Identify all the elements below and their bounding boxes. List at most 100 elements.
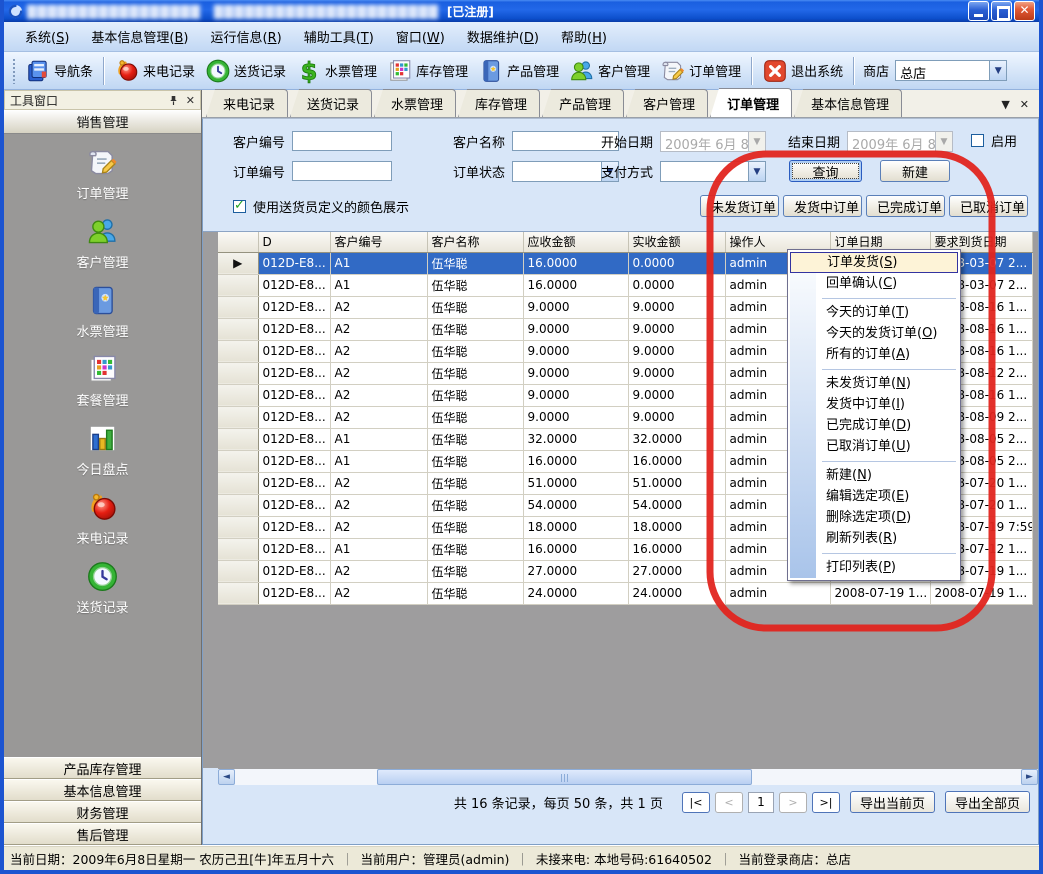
row-selector[interactable] [218, 472, 258, 494]
pay-method-combobox[interactable]: ▼ [660, 161, 766, 182]
last-page-button[interactable]: >| [812, 792, 840, 813]
table-row[interactable]: 012D-E8...A2伍华聪24.000024.0000admin2008-0… [218, 582, 1032, 604]
query-button[interactable]: 查询 [789, 160, 862, 182]
toolbar-button-nav-bar[interactable]: 导航条 [20, 55, 98, 87]
tool-window-close-icon[interactable]: ✕ [186, 94, 195, 107]
context-menu-item-all-orders[interactable]: 所有的订单(A) [788, 344, 960, 365]
tab-1[interactable]: 送货记录 [290, 89, 372, 117]
status-filter-button-0[interactable]: 未发货订单 [700, 195, 779, 217]
context-menu-item-new[interactable]: 新建(N) [788, 465, 960, 486]
close-button[interactable] [1014, 1, 1035, 21]
toolbar-button-delivery-records[interactable]: 送货记录 [200, 55, 291, 87]
maximize-button[interactable] [991, 1, 1012, 21]
row-selector[interactable] [218, 538, 258, 560]
status-filter-button-1[interactable]: 发货中订单 [783, 195, 862, 217]
column-header-5[interactable]: 实收金额 [628, 232, 725, 252]
toolbar-button-call-records[interactable]: 来电记录 [109, 55, 200, 87]
sidebar-item-today-stocktake[interactable]: 今日盘点 [4, 422, 201, 478]
context-menu-item-edit-selected[interactable]: 编辑选定项(E) [788, 486, 960, 507]
sidebar-item-delivery-records[interactable]: 送货记录 [4, 560, 201, 616]
sidebar-group-1[interactable]: 基本信息管理 [4, 779, 201, 801]
sidebar-item-orders[interactable]: 订单管理 [4, 146, 201, 202]
context-menu-item-shipping-orders[interactable]: 发货中订单(I) [788, 394, 960, 415]
context-menu-item-completed-orders[interactable]: 已完成订单(D) [788, 415, 960, 436]
new-button[interactable]: 新建 [880, 160, 950, 182]
context-menu-item-confirm-receipt[interactable]: 回单确认(C) [788, 273, 960, 294]
row-selector[interactable] [218, 516, 258, 538]
scroll-right-icon[interactable]: ► [1021, 769, 1038, 785]
row-selector[interactable]: ▶ [218, 252, 258, 274]
menu-item-5[interactable]: 数据维护(D) [456, 23, 550, 50]
status-filter-button-2[interactable]: 已完成订单 [866, 195, 945, 217]
pin-icon[interactable] [169, 95, 178, 106]
tab-close-icon[interactable]: ✕ [1020, 98, 1029, 111]
sidebar-item-call-records[interactable]: 来电记录 [4, 491, 201, 547]
context-menu-item-refresh-list[interactable]: 刷新列表(R) [788, 528, 960, 549]
sidebar-item-packages[interactable]: 套餐管理 [4, 353, 201, 409]
tab-7[interactable]: 基本信息管理 [794, 89, 902, 117]
row-selector[interactable] [218, 494, 258, 516]
tab-list-dropdown-icon[interactable]: ▼ [1001, 98, 1009, 111]
first-page-button[interactable]: |< [682, 792, 710, 813]
sidebar-item-water-tickets[interactable]: 水票管理 [4, 284, 201, 340]
end-date-picker[interactable]: 2009年 6月 8日 ▼ [847, 131, 953, 152]
sidebar-group-0[interactable]: 产品库存管理 [4, 757, 201, 779]
chevron-down-icon[interactable]: ▼ [989, 61, 1006, 80]
row-selector[interactable] [218, 560, 258, 582]
customer-no-input[interactable] [292, 131, 392, 151]
context-menu-item-cancelled-orders[interactable]: 已取消订单(U) [788, 436, 960, 457]
context-menu-item-ship-order[interactable]: 订单发货(S) [790, 252, 958, 273]
shop-combobox[interactable]: 总店 ▼ [895, 60, 1007, 81]
row-selector[interactable] [218, 406, 258, 428]
tab-0[interactable]: 来电记录 [206, 89, 288, 117]
horizontal-scrollbar[interactable]: ◄ ► [218, 768, 1038, 785]
color-display-checkbox[interactable] [233, 200, 246, 213]
toolbar-button-products[interactable]: 产品管理 [473, 55, 564, 87]
column-header-0[interactable] [218, 232, 258, 252]
row-selector[interactable] [218, 384, 258, 406]
row-selector[interactable] [218, 428, 258, 450]
row-selector[interactable] [218, 582, 258, 604]
chevron-down-icon[interactable]: ▼ [748, 162, 765, 181]
tab-3[interactable]: 库存管理 [458, 89, 540, 117]
sidebar-group-2[interactable]: 财务管理 [4, 801, 201, 823]
tab-5[interactable]: 客户管理 [626, 89, 708, 117]
sidebar-group-header[interactable]: 销售管理 [4, 110, 201, 134]
context-menu-item-delete-selected[interactable]: 删除选定项(D) [788, 507, 960, 528]
row-selector[interactable] [218, 274, 258, 296]
sidebar-group-3[interactable]: 售后管理 [4, 823, 201, 845]
toolbar-button-water-tickets[interactable]: $水票管理 [291, 55, 382, 87]
export-current-page-button[interactable]: 导出当前页 [850, 791, 935, 813]
start-date-picker[interactable]: 2009年 6月 8日 ▼ [660, 131, 766, 152]
minimize-button[interactable] [968, 1, 989, 21]
scrollbar-thumb[interactable] [377, 769, 752, 785]
sidebar-item-customers[interactable]: 客户管理 [4, 215, 201, 271]
row-selector[interactable] [218, 296, 258, 318]
row-selector[interactable] [218, 362, 258, 384]
column-header-3[interactable]: 客户名称 [427, 232, 523, 252]
prev-page-button[interactable]: < [715, 792, 743, 813]
toolbar-button-inventory[interactable]: 库存管理 [382, 55, 473, 87]
row-selector[interactable] [218, 450, 258, 472]
tab-4[interactable]: 产品管理 [542, 89, 624, 117]
tab-2[interactable]: 水票管理 [374, 89, 456, 117]
context-menu-item-unshipped-orders[interactable]: 未发货订单(N) [788, 373, 960, 394]
menu-item-4[interactable]: 窗口(W) [385, 23, 456, 50]
row-selector[interactable] [218, 318, 258, 340]
scroll-left-icon[interactable]: ◄ [218, 769, 235, 785]
tab-6[interactable]: 订单管理 [710, 88, 792, 117]
menu-item-0[interactable]: 系统(S) [14, 23, 80, 50]
enable-checkbox[interactable] [971, 134, 984, 147]
order-no-input[interactable] [292, 161, 392, 181]
context-menu-item-print-list[interactable]: 打印列表(P) [788, 557, 960, 578]
toolbar-button-customers[interactable]: 客户管理 [564, 55, 655, 87]
menu-item-6[interactable]: 帮助(H) [550, 23, 618, 50]
page-number-input[interactable]: 1 [748, 792, 774, 813]
next-page-button[interactable]: > [779, 792, 807, 813]
menu-item-3[interactable]: 辅助工具(T) [293, 23, 385, 50]
export-all-pages-button[interactable]: 导出全部页 [945, 791, 1030, 813]
toolbar-button-orders[interactable]: 订单管理 [655, 55, 746, 87]
menu-item-1[interactable]: 基本信息管理(B) [80, 23, 199, 50]
context-menu-item-todays-shipped-orders[interactable]: 今天的发货订单(O) [788, 323, 960, 344]
column-header-4[interactable]: 应收金额 [523, 232, 628, 252]
